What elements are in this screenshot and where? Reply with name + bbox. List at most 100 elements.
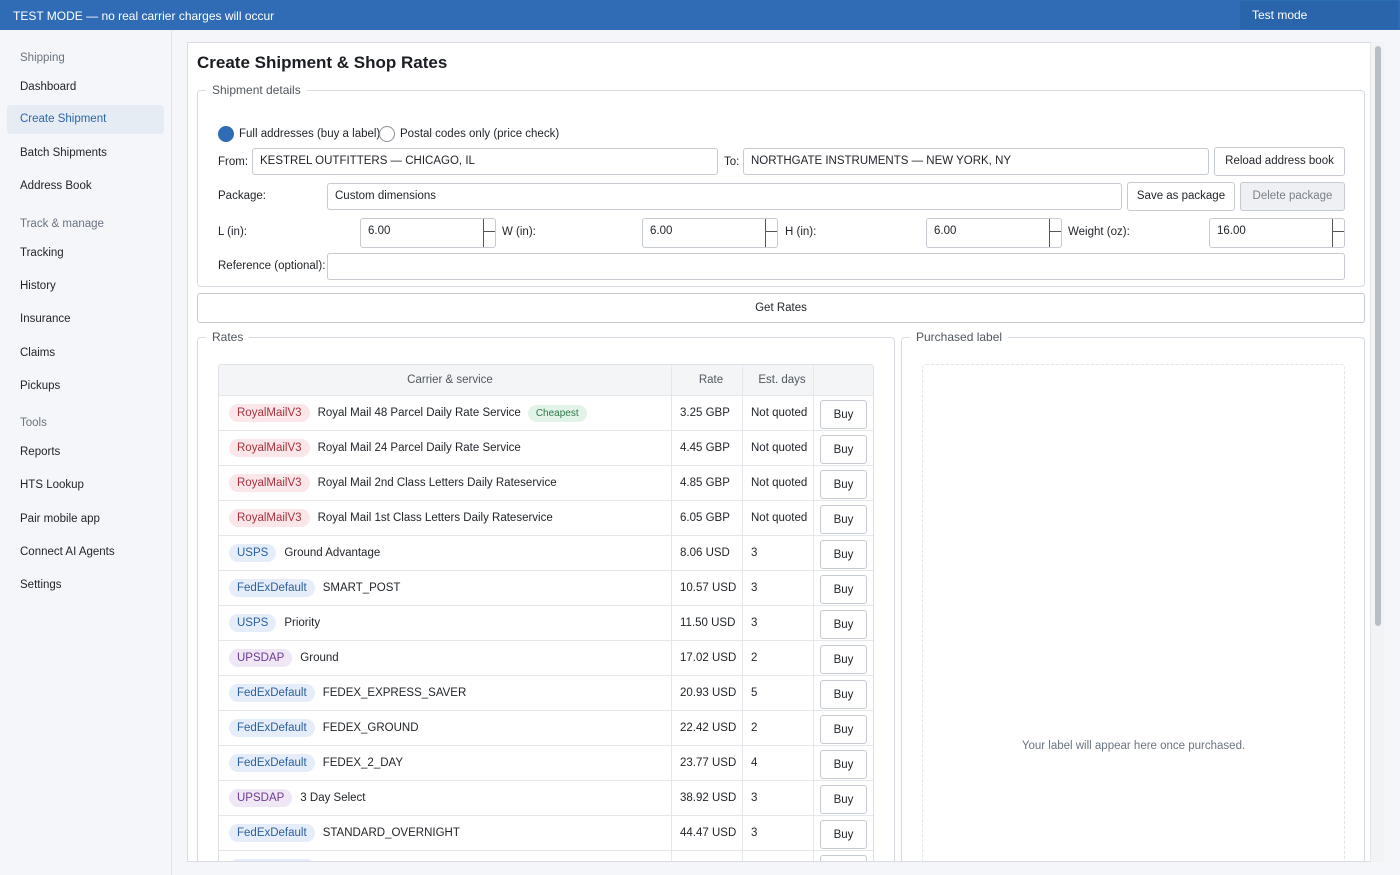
cheapest-badge: Cheapest [527,404,587,422]
sidebar-item-address-book[interactable]: Address Book [7,172,164,201]
rate-days-cell: 4 [743,746,814,780]
buy-button[interactable]: Buy [820,785,867,814]
buy-button[interactable]: Buy [820,610,867,639]
service-name: FEDEX_2_DAY [322,757,404,769]
get-rates-button[interactable]: Get Rates [197,293,1365,323]
weight-stepper[interactable] [1332,219,1344,247]
delete-package-button[interactable]: Delete package [1240,182,1345,211]
rate-price-cell: 4.45 GBP [672,431,743,465]
carrier-badge: FedExDefault [229,719,315,737]
sidebar-item-pair-mobile-app[interactable]: Pair mobile app [7,505,164,534]
rate-action-cell: Buy [814,746,873,780]
rate-carrier-service-cell: USPS Ground Advantage [219,536,672,570]
buy-button[interactable]: Buy [820,540,867,569]
rate-row: UPSDAP 3 Day Select 38.92 USD 3 Buy [219,781,873,816]
carrier-badge: FedExDefault [229,684,315,702]
sidebar-item-claims[interactable]: Claims [7,339,164,368]
from-address-select[interactable]: KESTREL OUTFITTERS — CHICAGO, IL [252,148,718,175]
rate-price-cell: 6.05 GBP [672,501,743,535]
buy-button[interactable]: Buy [820,680,867,709]
purchased-label-legend: Purchased label [916,330,1003,344]
rate-row: FedExDefault FEDEX_EXPRESS_SAVER 20.93 USD… [219,676,873,711]
sidebar-item-create-shipment[interactable]: Create Shipment [7,105,164,134]
full-address-radio[interactable] [218,126,234,142]
rate-action-cell: Buy [814,396,873,430]
rate-action-cell: Buy [814,781,873,815]
rate-row: FedExDefault FEDEX_GROUND 22.42 USD 2 Buy [219,711,873,746]
height-label: H (in): [785,226,817,238]
page-title: Create Shipment & Shop Rates [197,53,448,72]
rate-price-cell: 38.92 USD [672,781,743,815]
service-name: STANDARD_OVERNIGHT [322,827,460,839]
rate-row: FedExDefault STANDARD_OVERNIGHT 44.47 USD 3… [219,816,873,851]
buy-button[interactable]: Buy [820,820,867,849]
rate-action-cell: Buy [814,466,873,500]
height-input[interactable]: 6.00 [926,218,1062,248]
sidebar-item-insurance[interactable]: Insurance [7,305,164,334]
buy-button[interactable]: Buy [820,645,867,674]
height-stepper[interactable] [1049,219,1061,247]
rate-action-cell: Buy [814,571,873,605]
rate-price-cell: 11.50 USD [672,606,743,640]
service-name: Ground [300,652,339,664]
service-name: 3 Day Select [300,792,366,804]
carrier-badge: FedExDefault [229,859,315,861]
sidebar-item-reports[interactable]: Reports [7,438,164,467]
rate-price-cell: 4.85 GBP [672,466,743,500]
rate-carrier-service-cell: RoyalMailV3 Royal Mail 2nd Class Letters … [219,466,672,500]
width-stepper[interactable] [765,219,777,247]
sidebar-item-pickups[interactable]: Pickups [7,372,164,401]
rate-days-cell: 3 [743,781,814,815]
rate-carrier-service-cell: UPSDAP 3 Day Select [219,781,672,815]
rate-action-cell: Buy [814,816,873,850]
reload-address-book-button[interactable]: Reload address book [1214,147,1345,176]
sidebar-item-hts-lookup[interactable]: HTS Lookup [7,471,164,500]
length-stepper[interactable] [483,219,495,247]
weight-input[interactable]: 16.00 [1209,218,1345,248]
carrier-badge: UPSDAP [229,789,293,807]
rate-price-cell: 8.06 USD [672,536,743,570]
to-address-select[interactable]: NORTHGATE INSTRUMENTS — NEW YORK, NY [743,148,1209,175]
length-value: 6.00 [368,225,391,237]
width-input[interactable]: 6.00 [642,218,778,248]
service-name: Priority [284,617,321,629]
buy-button[interactable]: Buy [820,470,867,499]
buy-button[interactable]: Buy [820,435,867,464]
rate-carrier-service-cell: FedExDefault STANDARD_OVERNIGHT [219,816,672,850]
rate-action-cell: Buy [814,606,873,640]
label-preview-area: Your label will appear here once purchas… [922,364,1345,861]
sidebar-item-batch-shipments[interactable]: Batch Shipments [7,139,164,168]
buy-button[interactable]: Buy [820,855,867,861]
rate-days-cell: Not quoted [743,431,814,465]
rate-row: RoyalMailV3 Royal Mail 48 Parcel Daily Ra… [219,396,873,431]
buy-button[interactable]: Buy [820,575,867,604]
buy-button[interactable]: Buy [820,715,867,744]
rate-carrier-service-cell: FedExDefault FEDEX_2_DAY [219,746,672,780]
package-select[interactable]: Custom dimensions [327,183,1122,210]
sidebar-item-dashboard[interactable]: Dashboard [7,73,164,102]
test-mode-button[interactable]: Test mode [1240,1,1398,29]
length-input[interactable]: 6.00 [360,218,496,248]
rate-days-cell: 2 [743,641,814,675]
main-scrollbar[interactable] [1370,42,1384,862]
rates-column-header: Carrier & service [219,365,672,395]
service-name: Ground Advantage [284,547,381,559]
buy-button[interactable]: Buy [820,505,867,534]
buy-button[interactable]: Buy [820,750,867,779]
save-as-package-button[interactable]: Save as package [1127,182,1235,211]
rate-action-cell: Buy [814,431,873,465]
buy-button[interactable]: Buy [820,400,867,429]
sidebar-item-history[interactable]: History [7,272,164,301]
carrier-badge: RoyalMailV3 [229,474,310,492]
sidebar-item-connect-ai-agents[interactable]: Connect AI Agents [7,538,164,567]
rate-carrier-service-cell: RoyalMailV3 Royal Mail 48 Parcel Daily Ra… [219,396,672,430]
sidebar-item-tracking[interactable]: Tracking [7,239,164,268]
rate-days-cell: 3 [743,571,814,605]
postal-only-radio-label: Postal codes only (price check) [400,128,560,140]
main-scrollbar-thumb[interactable] [1375,46,1381,626]
rate-days-cell: 3 [743,606,814,640]
postal-only-radio[interactable] [379,126,395,142]
rates-column-header: Rate [672,365,743,395]
reference-input[interactable] [327,253,1345,280]
sidebar-item-settings[interactable]: Settings [7,571,164,600]
